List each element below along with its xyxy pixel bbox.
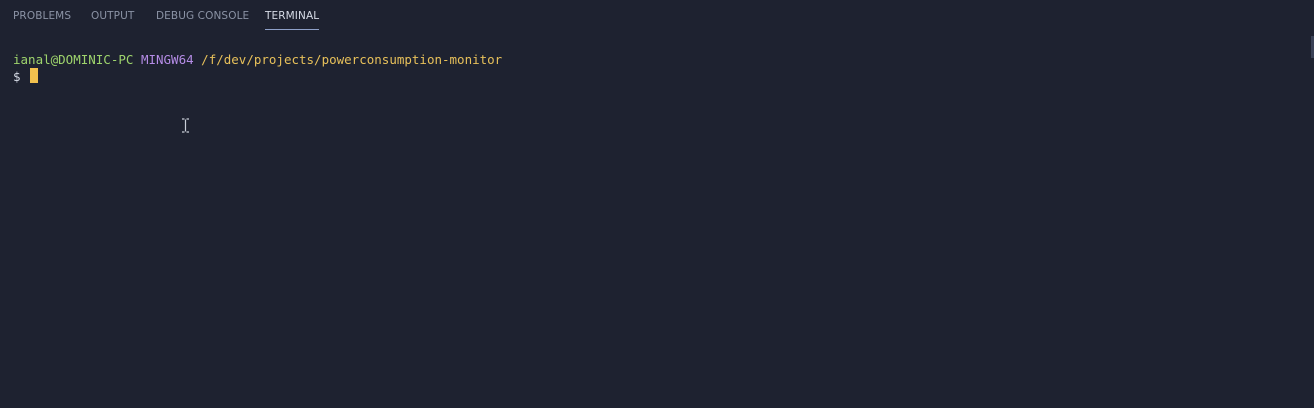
text-cursor <box>30 68 39 83</box>
terminal-panel: PROBLEMS OUTPUT DEBUG CONSOLE TERMINAL i… <box>0 0 1314 408</box>
command-input-line[interactable]: $ <box>13 68 39 85</box>
terminal-output[interactable]: ianal@DOMINIC-PC MINGW64 /f/dev/projects… <box>0 34 1314 408</box>
tab-terminal[interactable]: TERMINAL <box>265 0 320 32</box>
prompt-symbol: $ <box>13 69 21 84</box>
text-cursor-ibeam-icon <box>182 118 189 133</box>
panel-tab-bar: PROBLEMS OUTPUT DEBUG CONSOLE TERMINAL <box>0 0 1314 34</box>
tab-problems[interactable]: PROBLEMS <box>13 0 71 32</box>
current-directory: /f/dev/projects/powerconsumption-monitor <box>201 52 503 67</box>
tab-output[interactable]: OUTPUT <box>91 0 134 32</box>
tab-debug-console[interactable]: DEBUG CONSOLE <box>156 0 249 32</box>
prompt-header-line: ianal@DOMINIC-PC MINGW64 /f/dev/projects… <box>13 51 502 68</box>
msystem-label: MINGW64 <box>140 52 194 67</box>
user-host: ianal@DOMINIC-PC <box>13 52 134 67</box>
